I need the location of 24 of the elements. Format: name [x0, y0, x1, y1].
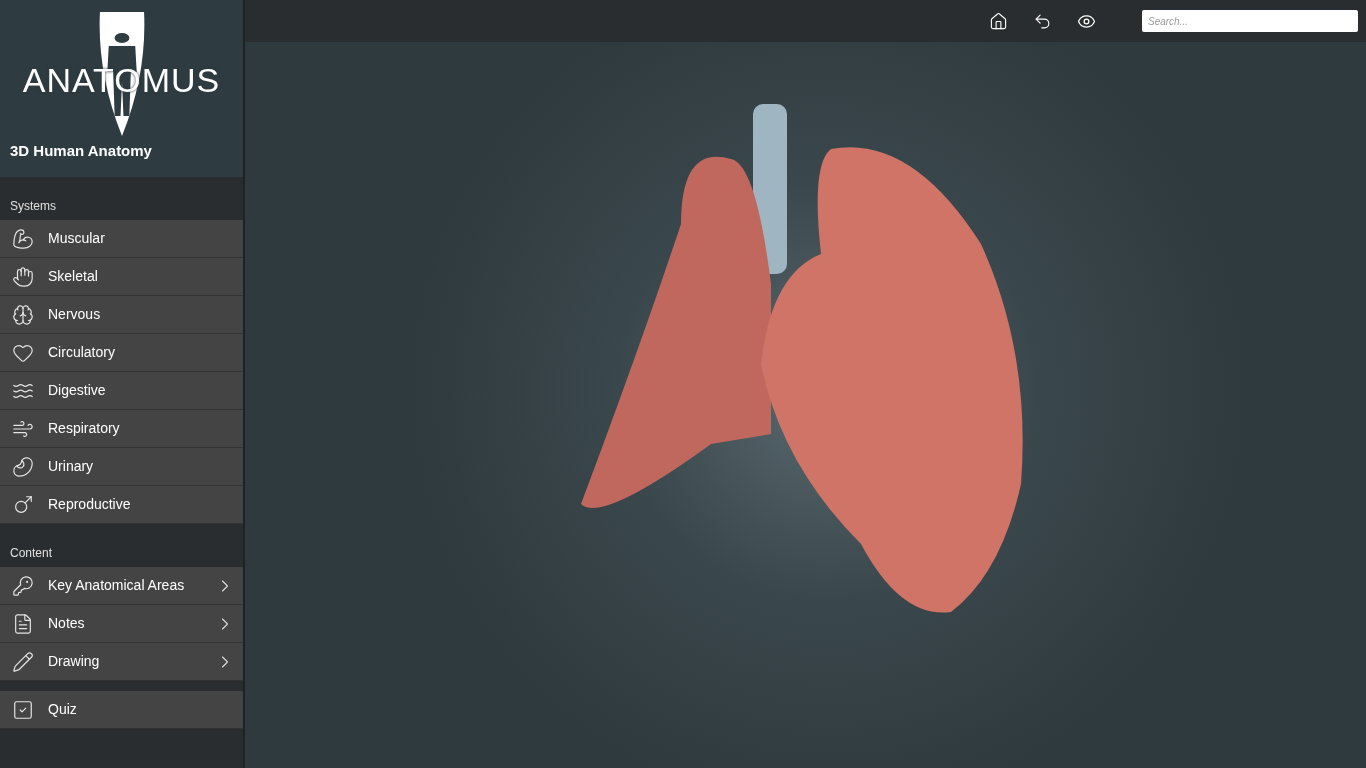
section-heading: Systems — [9, 198, 57, 215]
app-subtitle: 3D Human Anatomy — [9, 141, 153, 161]
menu-item[interactable]: Reproductive — [0, 486, 243, 524]
search-field[interactable]: Search... — [1142, 10, 1358, 32]
home-icon — [988, 11, 1008, 31]
checkbox-icon — [12, 698, 34, 721]
menu-item[interactable]: Nervous — [0, 296, 243, 334]
menu-item[interactable]: Urinary — [0, 448, 243, 486]
menu-item[interactable]: Circulatory — [0, 334, 243, 372]
arm-muscle-icon — [12, 227, 34, 250]
male-symbol-icon — [12, 493, 34, 516]
menu-item[interactable]: Skeletal — [0, 258, 243, 296]
menu-item[interactable]: Quiz — [0, 691, 243, 729]
menu-item[interactable]: Digestive — [0, 372, 243, 410]
menu-item[interactable]: Muscular — [0, 220, 243, 258]
brain-icon — [12, 303, 34, 326]
menu-item[interactable]: Notes — [0, 605, 243, 643]
menu-item[interactable]: Respiratory — [0, 410, 243, 448]
menu-item[interactable]: Key Anatomical Areas — [0, 567, 243, 605]
key-icon — [12, 574, 34, 597]
notes-icon — [12, 612, 34, 635]
pencil-icon — [12, 650, 34, 673]
section-heading: Content — [9, 545, 54, 562]
menu-item[interactable]: Drawing — [0, 643, 243, 681]
